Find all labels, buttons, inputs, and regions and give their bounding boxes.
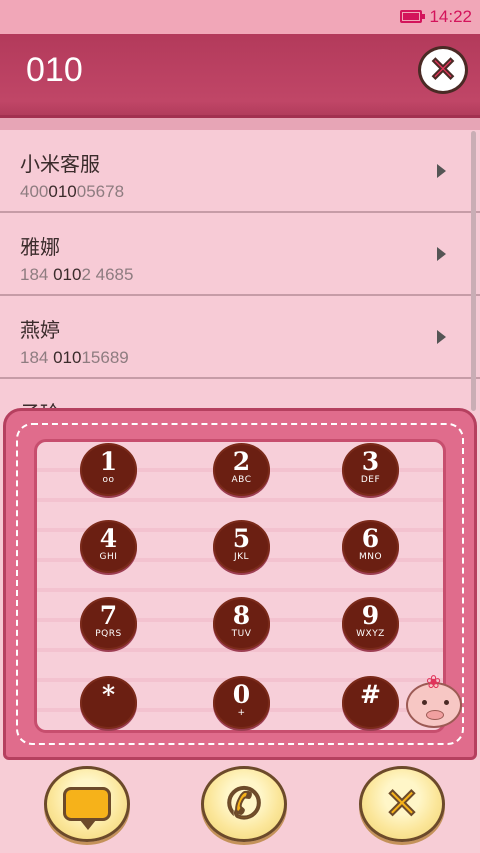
key-5[interactable]: 5 JKL bbox=[213, 520, 270, 573]
message-button[interactable] bbox=[44, 766, 130, 842]
status-bar: 14:22 bbox=[0, 0, 480, 34]
pig-mascot-icon: ❀ bbox=[400, 670, 470, 740]
key-hash[interactable]: # bbox=[342, 676, 399, 729]
key-3[interactable]: 3 DEF bbox=[342, 443, 399, 496]
contact-item[interactable]: 小米客服 40001005678 bbox=[0, 130, 480, 213]
call-button[interactable]: ✆ bbox=[201, 766, 287, 842]
key-0[interactable]: 0 + bbox=[213, 676, 270, 729]
contact-name: 小米客服 bbox=[20, 152, 100, 176]
clear-button[interactable]: ✕ bbox=[418, 46, 468, 94]
dialed-number[interactable]: 010 bbox=[26, 51, 83, 90]
key-1[interactable]: 1 oo bbox=[80, 443, 137, 496]
key-2[interactable]: 2 ABC bbox=[213, 443, 270, 496]
dialer-header: 010 ✕ bbox=[0, 34, 480, 130]
chevron-right-icon[interactable] bbox=[437, 164, 446, 178]
message-icon bbox=[63, 787, 111, 830]
key-4[interactable]: 4 GHI bbox=[80, 520, 137, 573]
contact-number: 184 0102 4685 bbox=[20, 265, 134, 284]
hide-keypad-button[interactable]: ✕ bbox=[359, 766, 445, 842]
contact-item[interactable]: 雅娜 184 0102 4685 bbox=[0, 213, 480, 296]
chevron-right-icon[interactable] bbox=[437, 247, 446, 261]
key-6[interactable]: 6 MNO bbox=[342, 520, 399, 573]
action-bar: ✆ ✕ bbox=[0, 760, 480, 853]
battery-icon bbox=[400, 10, 425, 23]
contact-suggestions: 小米客服 40001005678 雅娜 184 0102 4685 燕婷 184… bbox=[0, 130, 480, 430]
contact-item[interactable]: 燕婷 184 01015689 bbox=[0, 296, 480, 379]
key-star[interactable]: * bbox=[80, 676, 137, 729]
key-9[interactable]: 9 WXYZ bbox=[342, 597, 399, 650]
phone-icon: ✆ bbox=[225, 779, 262, 828]
contacts-scrollbar[interactable] bbox=[471, 131, 476, 411]
close-icon: ✕ bbox=[428, 50, 458, 90]
contact-number: 184 01015689 bbox=[20, 348, 129, 367]
contact-number: 40001005678 bbox=[20, 182, 125, 201]
key-7[interactable]: 7 PQRS bbox=[80, 597, 137, 650]
key-8[interactable]: 8 TUV bbox=[213, 597, 270, 650]
status-time: 14:22 bbox=[429, 7, 472, 26]
close-icon: ✕ bbox=[383, 779, 420, 828]
contact-name: 雅娜 bbox=[20, 235, 60, 259]
contact-name: 燕婷 bbox=[20, 318, 60, 342]
chevron-right-icon[interactable] bbox=[437, 330, 446, 344]
